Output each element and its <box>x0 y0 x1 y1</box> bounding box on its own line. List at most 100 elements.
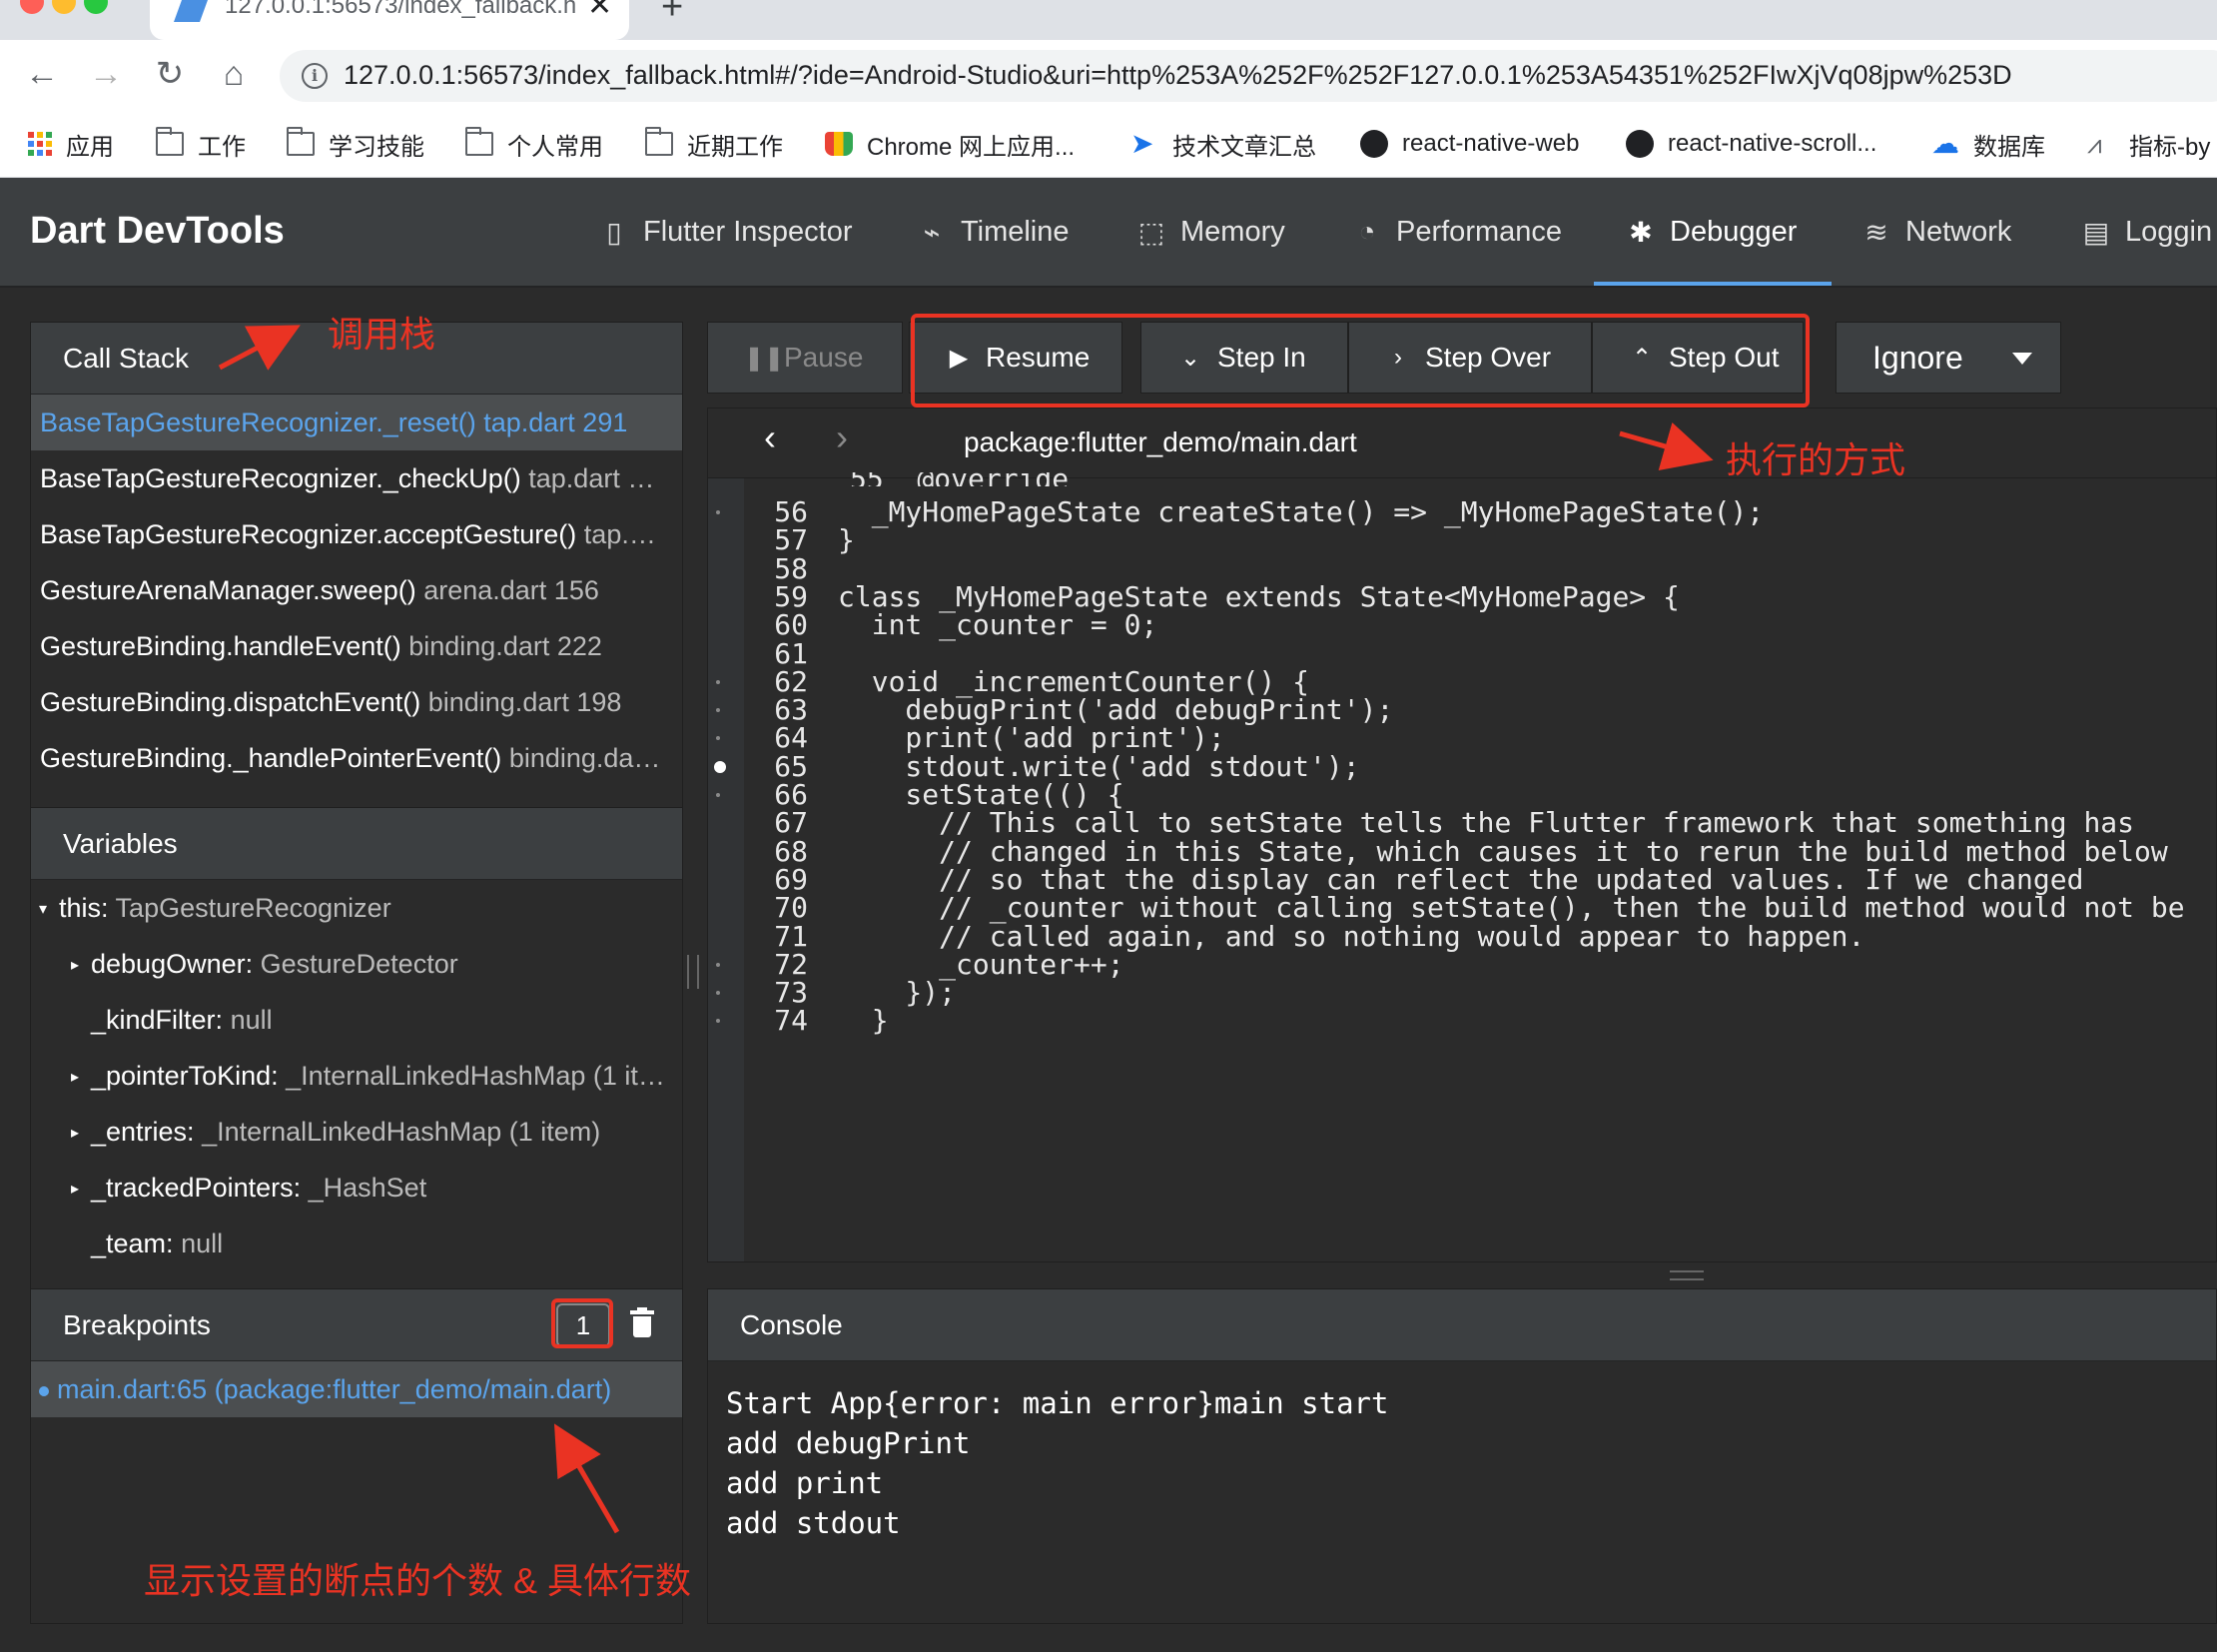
executable-line-dot-icon[interactable] <box>716 991 720 996</box>
variable-value: TapGestureRecognizer <box>115 893 391 923</box>
console-line: add debugPrint <box>726 1426 971 1460</box>
bookmark-folder-skills[interactable]: 学习技能 <box>287 126 424 162</box>
bookmark-folder-recent[interactable]: 近期工作 <box>645 126 783 162</box>
code-line: 74 } <box>708 1001 2216 1041</box>
breakpoint-item[interactable]: main.dart:65 (package:flutter_demo/main.… <box>31 1361 682 1417</box>
executable-line-dot-icon[interactable] <box>716 962 720 967</box>
address-bar[interactable]: i 127.0.0.1:56573/index_fallback.html#/?… <box>280 50 2217 102</box>
bookmark-label: Chrome 网上应用... <box>867 133 1076 161</box>
pause-icon: ❚❚ <box>744 344 785 372</box>
paper-plane-icon: ➤ <box>1130 128 1154 159</box>
new-tab-icon[interactable]: + <box>661 0 683 29</box>
browser-toolbar: ← → ↻ ⌂ i 127.0.0.1:56573/index_fallback… <box>0 40 2217 112</box>
ignore-dropdown[interactable]: Ignore <box>1836 322 2061 394</box>
devtools-header: Dart DevTools ▯ Flutter Inspector ⌁ Time… <box>0 178 2217 288</box>
executable-line-dot-icon[interactable] <box>716 736 720 741</box>
variable-name: _team: <box>91 1229 174 1258</box>
bookmark-label: 应用 <box>66 133 114 161</box>
call-stack-frame[interactable]: GestureArenaManager.sweep() arena.dart 1… <box>31 562 682 618</box>
bookmark-folder-personal[interactable]: 个人常用 <box>465 126 603 162</box>
tab-label: Memory <box>1180 215 1285 248</box>
variable-row[interactable]: _kindFilter: null <box>31 992 682 1048</box>
caret-down-icon[interactable]: ▾ <box>39 882 59 936</box>
github-icon <box>1360 130 1388 158</box>
annotation-exec-mode: 执行的方式 <box>1726 439 1906 480</box>
executable-line-dot-icon[interactable] <box>716 1019 720 1024</box>
tab-logging[interactable]: ▤ Loggin <box>2079 178 2212 286</box>
bookmark-label: 技术文章汇总 <box>1172 133 1316 161</box>
browser-tab[interactable]: 127.0.0.1:56573/index_fallback.h ✕ <box>150 0 629 40</box>
variable-row[interactable]: ▾ this: TapGestureRecognizer <box>31 880 682 936</box>
bookmark-react-native-web[interactable]: react-native-web <box>1360 126 1579 162</box>
console-title: Console <box>708 1289 2216 1361</box>
caret-right-icon[interactable]: ▸ <box>71 1106 91 1160</box>
vertical-split-handle[interactable] <box>687 955 699 989</box>
executable-line-dot-icon[interactable] <box>716 510 720 514</box>
call-stack-frame[interactable]: BaseTapGestureRecognizer.acceptGesture()… <box>31 506 682 562</box>
call-stack-frame[interactable]: BaseTapGestureRecognizer._reset() tap.da… <box>31 395 682 450</box>
variable-value: _HashSet <box>308 1173 427 1203</box>
tab-network[interactable]: ≋ Network <box>1859 178 2011 286</box>
site-info-icon[interactable]: i <box>302 63 328 89</box>
phone-icon: ▯ <box>606 216 622 248</box>
variables-panel: Variables ▾ this: TapGestureRecognizer ▸ de… <box>30 807 683 1290</box>
executable-line-dot-icon[interactable] <box>716 708 720 713</box>
variable-name: this: <box>59 893 109 923</box>
variable-row[interactable]: ▸ _pointerToKind: _InternalLinkedHashMap … <box>31 1048 682 1104</box>
variable-value: null <box>230 1005 273 1035</box>
trash-icon[interactable] <box>630 1307 654 1337</box>
frame-function: GestureBinding._handlePointerEvent() <box>40 743 502 773</box>
back-arrow-icon[interactable]: ← <box>20 52 64 96</box>
close-tab-icon[interactable]: ✕ <box>587 0 612 23</box>
editor-file-path: package:flutter_demo/main.dart <box>964 426 1357 457</box>
minimize-window-button[interactable] <box>52 0 76 14</box>
frame-function: BaseTapGestureRecognizer._checkUp() <box>40 463 521 493</box>
zoom-window-button[interactable] <box>84 0 108 14</box>
tab-timeline[interactable]: ⌁ Timeline <box>915 178 1070 286</box>
bookmark-react-native-scroll[interactable]: react-native-scroll... <box>1626 126 1876 162</box>
pulse-icon: ⌁ <box>923 216 941 248</box>
console-line: add stdout <box>726 1506 901 1540</box>
bookmark-metrics[interactable]: ⩘ 指标-by <box>2087 126 2210 162</box>
forward-arrow-icon[interactable]: → <box>84 52 128 96</box>
variable-row[interactable]: ▸ _entries: _InternalLinkedHashMap (1 ite… <box>31 1104 682 1160</box>
tab-label: Debugger <box>1670 215 1798 248</box>
call-stack-panel: Call Stack BaseTapGestureRecognizer._res… <box>30 322 683 809</box>
frame-function: GestureBinding.dispatchEvent() <box>40 687 421 717</box>
call-stack-frame[interactable]: GestureBinding._handlePointerEvent() bin… <box>31 730 682 786</box>
caret-right-icon[interactable]: ▸ <box>71 1050 91 1104</box>
apps-grid-icon <box>28 132 52 156</box>
bookmark-tech-articles[interactable]: ➤ 技术文章汇总 <box>1130 126 1316 162</box>
history-back-icon[interactable]: ‹ <box>764 416 776 458</box>
tab-performance[interactable]: ◔ Performance <box>1350 178 1562 286</box>
variable-row[interactable]: ▸ debugOwner: GestureDetector <box>31 936 682 992</box>
executable-line-dot-icon[interactable] <box>716 793 720 797</box>
history-forward-icon[interactable]: › <box>836 416 848 458</box>
caret-right-icon[interactable]: ▸ <box>71 1162 91 1216</box>
bookmark-label: react-native-scroll... <box>1668 130 1877 157</box>
tab-flutter-inspector[interactable]: ▯ Flutter Inspector <box>597 178 852 286</box>
tab-label: Network <box>1905 215 2012 248</box>
pause-button[interactable]: ❚❚ Pause <box>707 322 903 394</box>
variable-row[interactable]: _team: null <box>31 1216 682 1271</box>
folder-icon <box>287 127 315 156</box>
variable-row[interactable]: ▸ _trackedPointers: _HashSet <box>31 1160 682 1216</box>
horizontal-split-handle[interactable] <box>1670 1270 1704 1280</box>
close-window-button[interactable] <box>20 0 44 14</box>
tab-memory[interactable]: ⬚ Memory <box>1134 178 1285 286</box>
bookmark-label: 指标-by <box>2129 133 2211 161</box>
line-source: } <box>838 1004 889 1038</box>
bookmark-database[interactable]: ☁ 数据库 <box>1931 126 2045 162</box>
call-stack-frame[interactable]: BaseTapGestureRecognizer._checkUp() tap.… <box>31 450 682 506</box>
caret-right-icon[interactable]: ▸ <box>71 938 91 992</box>
executable-line-dot-icon[interactable] <box>716 679 720 684</box>
call-stack-frame[interactable]: GestureBinding.handleEvent() binding.dar… <box>31 618 682 674</box>
bookmark-folder-work[interactable]: 工作 <box>156 126 246 162</box>
bookmark-apps[interactable]: 应用 <box>28 126 114 162</box>
call-stack-frame[interactable]: GestureBinding.dispatchEvent() binding.d… <box>31 674 682 730</box>
frame-function: GestureArenaManager.sweep() <box>40 575 416 605</box>
tab-debugger[interactable]: ✱ Debugger <box>1624 178 1797 286</box>
home-icon[interactable]: ⌂ <box>212 52 256 96</box>
bookmark-chrome-webstore[interactable]: Chrome 网上应用... <box>825 126 1075 162</box>
reload-icon[interactable]: ↻ <box>148 52 192 96</box>
